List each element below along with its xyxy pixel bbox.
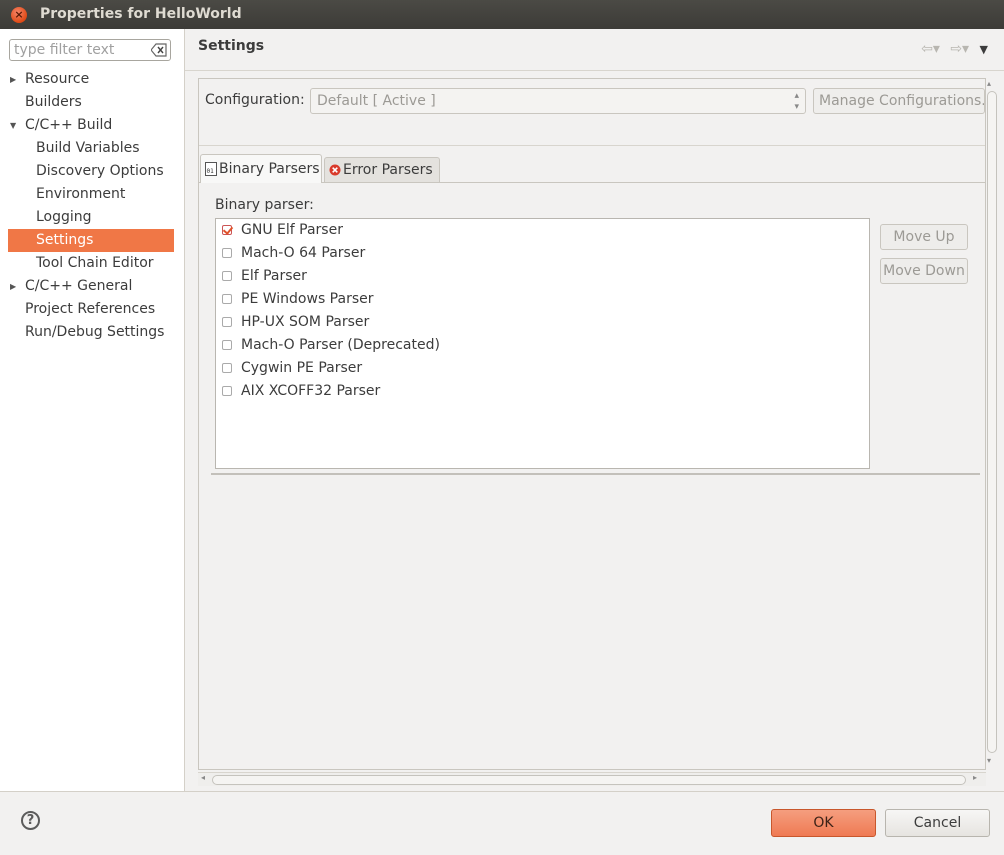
sidebar-item-logging[interactable]: Logging	[8, 206, 174, 229]
sidebar-item-label: Build Variables	[36, 140, 140, 156]
sidebar-item-label: Run/Debug Settings	[25, 324, 165, 340]
clear-filter-icon[interactable]	[151, 43, 167, 57]
sidebar-item-label: C/C++ General	[25, 278, 133, 294]
parser-name: AIX XCOFF32 Parser	[241, 383, 381, 399]
close-icon[interactable]: ×	[11, 7, 27, 23]
move-down-button[interactable]: Move Down	[880, 258, 968, 284]
vertical-scrollbar[interactable]: ▴ ▾	[985, 79, 998, 769]
parser-name: GNU Elf Parser	[241, 222, 343, 238]
error-icon	[329, 164, 341, 176]
sidebar-item-label: Tool Chain Editor	[36, 255, 154, 271]
sidebar-item-label: Builders	[25, 94, 82, 110]
scrollbar-thumb[interactable]	[987, 91, 997, 753]
binary-parser-label: Binary parser:	[215, 197, 314, 213]
sidebar-item-project-references[interactable]: Project References	[8, 298, 174, 321]
sidebar-item-label: Discovery Options	[36, 163, 164, 179]
collapse-arrow-icon[interactable]: ▼	[10, 114, 16, 137]
checkbox[interactable]	[222, 271, 232, 281]
back-arrow-icon[interactable]: ⇦▾	[921, 41, 940, 57]
ok-button[interactable]: OK	[771, 809, 876, 837]
move-up-button[interactable]: Move Up	[880, 224, 968, 250]
manage-configurations-button[interactable]: Manage Configurations...	[813, 88, 985, 114]
checkbox[interactable]	[222, 294, 232, 304]
parser-name: Mach-O Parser (Deprecated)	[241, 337, 440, 353]
cancel-button[interactable]: Cancel	[885, 809, 990, 837]
divider	[199, 145, 985, 146]
parser-name: HP-UX SOM Parser	[241, 314, 370, 330]
window-title: Properties for HelloWorld	[40, 6, 242, 22]
sidebar-item-build-variables[interactable]: Build Variables	[8, 137, 174, 160]
sidebar-item-label: Project References	[25, 301, 156, 317]
parser-name: Cygwin PE Parser	[241, 360, 363, 376]
scroll-left-icon[interactable]: ◂	[201, 773, 205, 782]
dialog-button-bar: ? OK Cancel	[0, 791, 1004, 855]
checkbox[interactable]	[222, 386, 232, 396]
sidebar-item-cpp-build[interactable]: ▼ C/C++ Build	[8, 114, 174, 137]
sidebar-item-label: Settings	[36, 232, 94, 248]
tab-error-parsers[interactable]: Error Parsers	[324, 157, 440, 182]
checkbox[interactable]	[222, 225, 232, 235]
sidebar-item-label: Environment	[36, 186, 126, 202]
settings-page: Settings ⇦▾ ⇨▾ ▼ Configuration: Default …	[185, 29, 1004, 791]
window-titlebar: × Properties for HelloWorld	[0, 0, 1004, 29]
tab-binary-parsers[interactable]: 01 Binary Parsers	[200, 154, 322, 183]
scroll-up-icon[interactable]: ▴	[987, 79, 991, 88]
tab-label: Binary Parsers	[219, 161, 320, 177]
expand-arrow-icon[interactable]: ▶	[10, 68, 16, 91]
sidebar-item-environment[interactable]: Environment	[8, 183, 174, 206]
sidebar: ▶ Resource Builders ▼ C/C++ Build Build …	[0, 29, 185, 791]
sidebar-item-tool-chain-editor[interactable]: Tool Chain Editor	[8, 252, 174, 275]
tab-label: Error Parsers	[343, 162, 433, 178]
sidebar-item-cpp-general[interactable]: ▶ C/C++ General	[8, 275, 174, 298]
checkbox[interactable]	[222, 248, 232, 258]
forward-arrow-icon[interactable]: ⇨▾	[950, 41, 969, 57]
binary-parser-list[interactable]: GNU Elf Parser Mach-O 64 Parser Elf Pars…	[215, 218, 870, 469]
settings-panel: Configuration: Default [ Active ] ▴ ▾ Man…	[198, 78, 986, 770]
horizontal-scrollbar[interactable]: ◂ ▸	[198, 772, 986, 786]
divider	[211, 473, 980, 475]
configuration-select[interactable]: Default [ Active ] ▴ ▾	[310, 88, 806, 114]
parser-name: Mach-O 64 Parser	[241, 245, 366, 261]
binary-file-icon: 01	[205, 162, 217, 176]
filter-box	[9, 39, 171, 61]
expand-arrow-icon[interactable]: ▶	[10, 275, 16, 298]
sidebar-item-discovery-options[interactable]: Discovery Options	[8, 160, 174, 183]
page-navigation: ⇦▾ ⇨▾ ▼	[915, 41, 988, 57]
sidebar-item-label: C/C++ Build	[25, 117, 113, 133]
sidebar-item-settings[interactable]: Settings	[8, 229, 174, 252]
help-icon[interactable]: ?	[21, 811, 40, 830]
divider	[185, 70, 1004, 71]
sidebar-item-run-debug-settings[interactable]: Run/Debug Settings	[8, 321, 174, 344]
filter-input[interactable]	[14, 41, 149, 59]
scroll-down-icon[interactable]: ▾	[987, 756, 991, 765]
sidebar-item-resource[interactable]: ▶ Resource	[8, 68, 174, 91]
page-title: Settings	[198, 38, 265, 54]
svg-text:01: 01	[207, 168, 215, 175]
sidebar-item-builders[interactable]: Builders	[8, 91, 174, 114]
sidebar-item-label: Logging	[36, 209, 92, 225]
sidebar-item-label: Resource	[25, 71, 90, 87]
checkbox[interactable]	[222, 340, 232, 350]
scrollbar-thumb[interactable]	[212, 775, 966, 785]
select-updown-icon: ▴ ▾	[794, 91, 799, 112]
configuration-label: Configuration:	[205, 92, 305, 108]
checkbox[interactable]	[222, 363, 232, 373]
view-menu-icon[interactable]: ▼	[980, 43, 988, 56]
parser-name: PE Windows Parser	[241, 291, 374, 307]
scroll-right-icon[interactable]: ▸	[973, 773, 977, 782]
checkbox[interactable]	[222, 317, 232, 327]
parser-name: Elf Parser	[241, 268, 307, 284]
configuration-value: Default [ Active ]	[317, 93, 436, 109]
